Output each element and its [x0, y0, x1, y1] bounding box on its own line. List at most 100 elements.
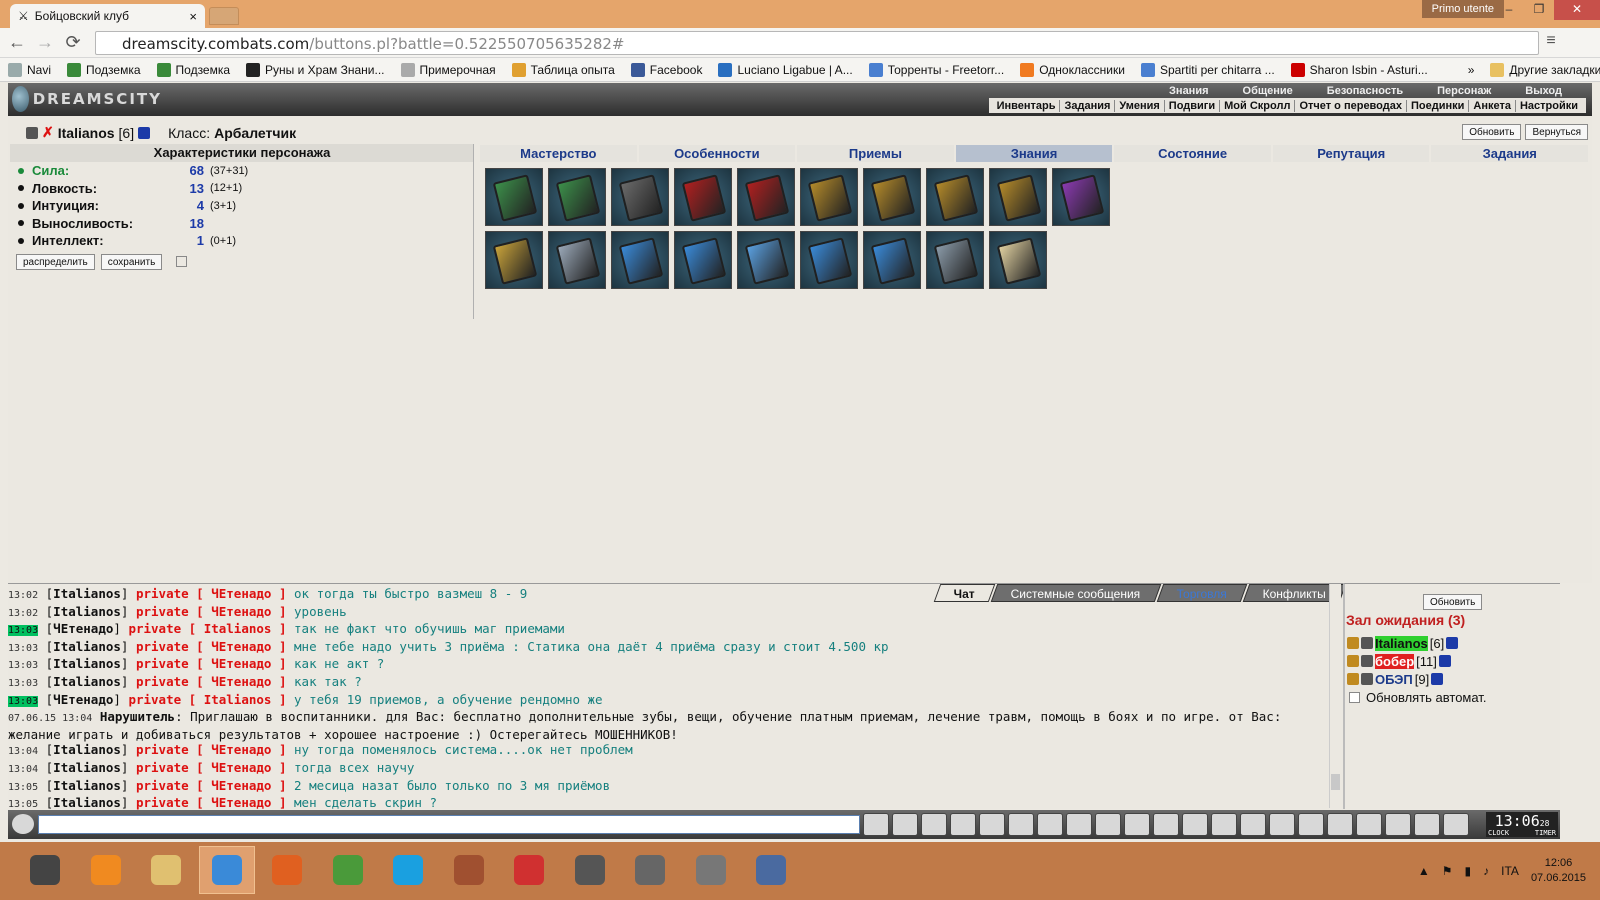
- message-private-tag[interactable]: private [ ЧЕтенадо ]: [136, 760, 287, 775]
- save-button[interactable]: сохранить: [100, 253, 163, 270]
- scroll-tile[interactable]: [485, 231, 543, 289]
- chat-tool-icon[interactable]: [1443, 813, 1469, 836]
- taskbar-app[interactable]: [562, 846, 618, 894]
- bookmark-item[interactable]: Подземка: [59, 62, 149, 77]
- taskbar-app[interactable]: [380, 846, 436, 894]
- message-private-tag[interactable]: private [ ЧЕтенадо ]: [136, 639, 287, 654]
- network-icon[interactable]: ▮: [1465, 864, 1472, 878]
- message-sender[interactable]: ЧЕтенадо: [53, 692, 113, 707]
- message-sender[interactable]: Italianos: [53, 760, 121, 775]
- minimize-icon[interactable]: –: [1494, 0, 1524, 20]
- top-menu-item[interactable]: Выход: [1525, 85, 1562, 97]
- message-sender[interactable]: Italianos: [53, 778, 121, 793]
- bookmark-item[interactable]: Торренты - Freetorr...: [861, 62, 1013, 77]
- bookmark-item[interactable]: Navi: [0, 62, 59, 77]
- info-icon[interactable]: [1438, 655, 1451, 667]
- taskbar-app[interactable]: [198, 846, 255, 894]
- reload-icon[interactable]: ⟳: [62, 32, 84, 53]
- scroll-tile[interactable]: [863, 168, 921, 226]
- chat-tool-icon[interactable]: [1356, 813, 1382, 836]
- forward-icon[interactable]: →: [34, 32, 56, 53]
- message-private-tag[interactable]: private [ ЧЕтенадо ]: [136, 656, 287, 671]
- chat-tool-icon[interactable]: [1240, 813, 1266, 836]
- top-menu-item[interactable]: Персонаж: [1437, 85, 1491, 97]
- taskbar-app[interactable]: [78, 846, 134, 894]
- scroll-tile[interactable]: [800, 168, 858, 226]
- message-sender[interactable]: Italianos: [53, 586, 121, 601]
- room-refresh-button[interactable]: Обновить: [1423, 594, 1483, 610]
- tab-Репутация[interactable]: Репутация: [1272, 145, 1430, 162]
- chat-tool-icon[interactable]: [863, 813, 889, 836]
- scroll-tile[interactable]: [926, 168, 984, 226]
- message-private-tag[interactable]: private [ ЧЕтенадо ]: [136, 795, 287, 810]
- window-close-icon[interactable]: ✕: [1554, 0, 1600, 20]
- taskbar-app[interactable]: [259, 846, 315, 894]
- person-name[interactable]: ОБЭП: [1375, 672, 1413, 687]
- chat-tool-icon[interactable]: [1414, 813, 1440, 836]
- scroll-tile[interactable]: [737, 168, 795, 226]
- chat-tool-icon[interactable]: [979, 813, 1005, 836]
- person-name[interactable]: бобер: [1375, 653, 1415, 669]
- tab-close-icon[interactable]: ×: [189, 9, 197, 24]
- chat-tool-icon[interactable]: [892, 813, 918, 836]
- chat-tool-icon[interactable]: [1298, 813, 1324, 836]
- tray-expand-icon[interactable]: ▲: [1418, 864, 1430, 878]
- bookmark-item[interactable]: Подземка: [149, 62, 239, 77]
- chat-tool-icon[interactable]: [1385, 813, 1411, 836]
- sub-menu-item[interactable]: Инвентарь: [993, 99, 1061, 112]
- scroll-tile[interactable]: [737, 231, 795, 289]
- chat-tab[interactable]: Торговля: [1156, 584, 1248, 602]
- timer-label[interactable]: TIMER: [1535, 829, 1556, 837]
- scroll-tile[interactable]: [800, 231, 858, 289]
- message-sender[interactable]: Italianos: [53, 795, 121, 810]
- chat-tool-icon[interactable]: [1327, 813, 1353, 836]
- tab-Особенности[interactable]: Особенности: [638, 145, 796, 162]
- taskbar-app[interactable]: [501, 846, 557, 894]
- confirm-checkbox[interactable]: [176, 256, 188, 267]
- sub-menu-item[interactable]: Задания: [1060, 99, 1116, 112]
- scroll-tile[interactable]: [548, 168, 606, 226]
- message-private-tag[interactable]: private [ ЧЕтенадо ]: [136, 674, 287, 689]
- scroll-tile[interactable]: [548, 231, 606, 289]
- message-sender[interactable]: Italianos: [53, 604, 121, 619]
- chat-tool-icon[interactable]: [1182, 813, 1208, 836]
- message-sender[interactable]: ЧЕтенадо: [53, 621, 113, 636]
- sub-menu-item[interactable]: Мой Скролл: [1220, 99, 1296, 112]
- distribute-button[interactable]: распределить: [16, 253, 95, 270]
- scroll-tile[interactable]: [989, 231, 1047, 289]
- chat-tool-icon[interactable]: [921, 813, 947, 836]
- taskbar-app[interactable]: [320, 846, 376, 894]
- scroll-tile[interactable]: [611, 168, 669, 226]
- chat-tool-icon[interactable]: [950, 813, 976, 836]
- auto-refresh-checkbox[interactable]: [1349, 692, 1360, 703]
- chat-tool-icon[interactable]: [1095, 813, 1121, 836]
- other-bookmarks[interactable]: Другие закладки: [1482, 62, 1600, 77]
- dreamscity-logo[interactable]: DREAMSCITY: [12, 86, 162, 112]
- refresh-button[interactable]: Обновить: [1462, 124, 1522, 140]
- chat-tool-icon[interactable]: [1008, 813, 1034, 836]
- bookmark-item[interactable]: Luciano Ligabue | A...: [710, 62, 860, 77]
- info-icon[interactable]: [1431, 673, 1444, 685]
- tab-Знания[interactable]: Знания: [955, 145, 1113, 162]
- message-private-tag[interactable]: private [ ЧЕтенадо ]: [136, 604, 287, 619]
- message-sender[interactable]: Italianos: [53, 639, 121, 654]
- message-private-tag[interactable]: private [ Italianos ]: [128, 621, 286, 636]
- chat-input[interactable]: [38, 815, 860, 834]
- bookmark-item[interactable]: Facebook: [623, 62, 711, 77]
- bookmark-item[interactable]: Одноклассники: [1012, 62, 1133, 77]
- message-private-tag[interactable]: private [ Italianos ]: [128, 692, 286, 707]
- taskbar-app[interactable]: [622, 846, 678, 894]
- scroll-tile[interactable]: [989, 168, 1047, 226]
- message-sender[interactable]: Italianos: [53, 674, 121, 689]
- chat-tab[interactable]: Системные сообщения: [990, 584, 1162, 602]
- scroll-tile[interactable]: [674, 231, 732, 289]
- sub-menu-item[interactable]: Анкета: [1469, 99, 1516, 112]
- sub-menu-item[interactable]: Подвиги: [1165, 99, 1221, 112]
- menu-icon[interactable]: ≡: [1540, 32, 1562, 50]
- system-clock[interactable]: 12:06 07.06.2015: [1531, 856, 1586, 886]
- scroll-tile[interactable]: [1052, 168, 1110, 226]
- chat-scrollbar[interactable]: [1329, 584, 1341, 808]
- message-sender[interactable]: Italianos: [53, 742, 121, 757]
- sub-menu-item[interactable]: Поединки: [1407, 99, 1470, 112]
- taskbar-app[interactable]: [441, 846, 497, 894]
